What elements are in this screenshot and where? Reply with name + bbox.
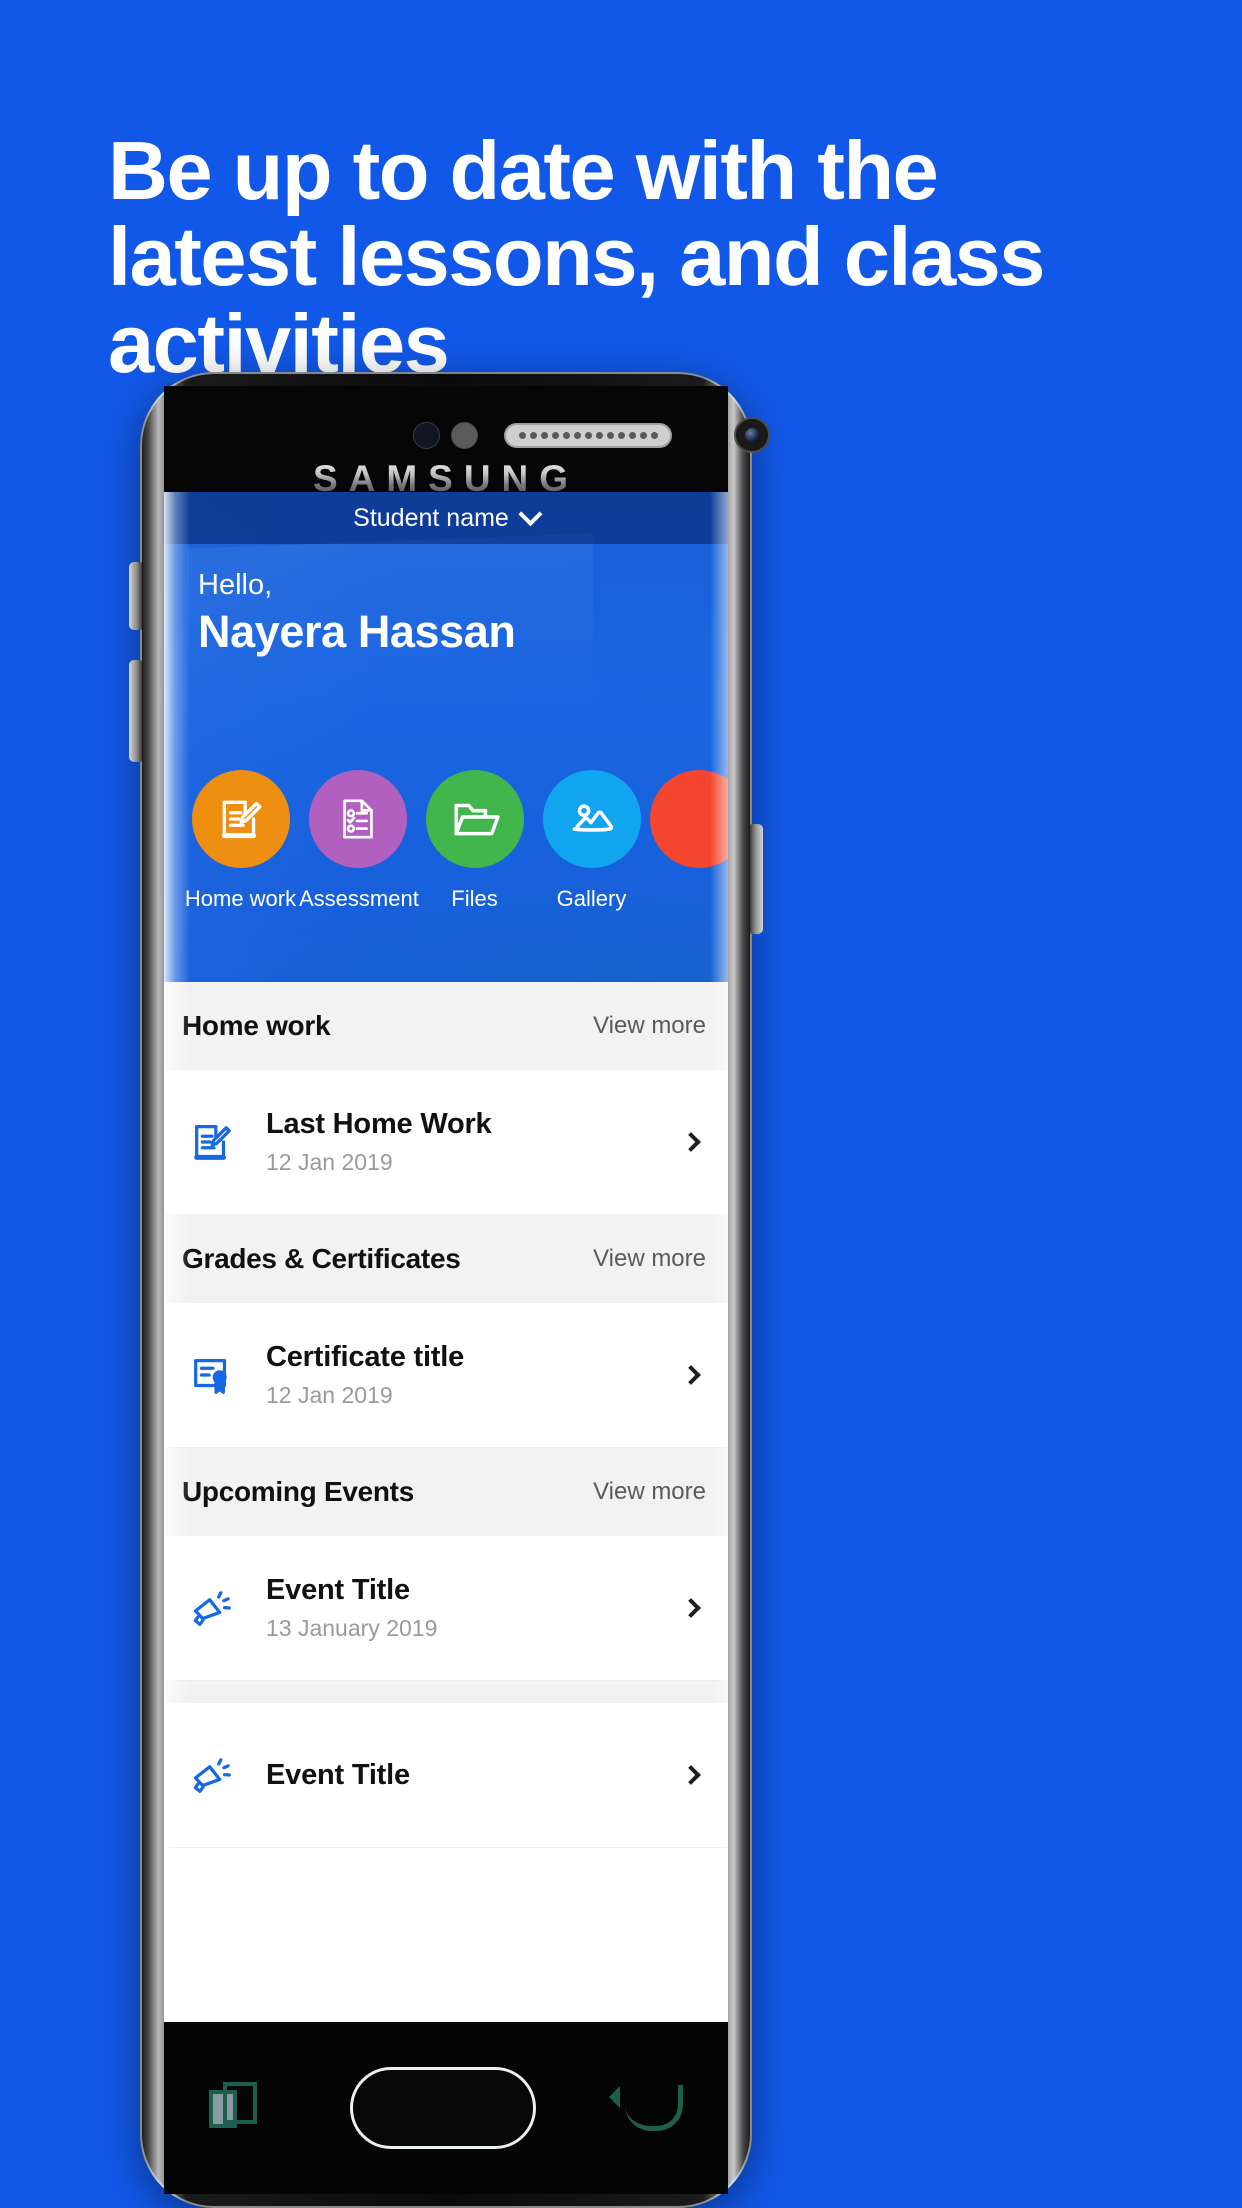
row-title: Certificate title xyxy=(266,1341,465,1373)
row-title: Event Title xyxy=(266,1574,410,1606)
content-list: Home work View more Last Home Work 12 Ja… xyxy=(164,982,728,1848)
open-folder-icon xyxy=(425,770,524,868)
front-camera-icon xyxy=(734,417,770,453)
row-date: 12 Jan 2019 xyxy=(266,1382,393,1408)
quick-action-assessment[interactable]: Assessment xyxy=(299,770,419,912)
chevron-right-icon xyxy=(681,1365,701,1385)
quick-action-label: Assessment xyxy=(299,886,419,911)
edit-document-icon xyxy=(182,1119,242,1165)
quick-action-label: Files xyxy=(451,886,498,911)
row-title: Event Title xyxy=(266,1758,410,1791)
greeting-user-name: Nayera Hassan xyxy=(198,606,516,658)
table-row[interactable]: Event Title 13 January 2019 xyxy=(164,1536,728,1681)
app-hero-header: Student name Hello, Nayera Hassan Home w… xyxy=(164,492,728,982)
student-selector[interactable]: Student name xyxy=(164,492,728,544)
megaphone-icon xyxy=(182,1585,242,1631)
student-selector-label: Student name xyxy=(353,503,509,532)
volume-down-button[interactable] xyxy=(129,660,142,762)
certificate-icon xyxy=(182,1352,242,1398)
section-header-upcoming-events: Upcoming Events View more xyxy=(164,1448,728,1536)
view-more-link[interactable]: View more xyxy=(593,1245,706,1273)
megaphone-icon xyxy=(182,1752,242,1798)
phone-mockup: SAMSUNG Student name Hello, Nayera Hassa… xyxy=(129,372,770,2208)
system-navigation-bar xyxy=(164,2022,728,2194)
recent-apps-icon[interactable] xyxy=(208,2082,261,2134)
volume-up-button[interactable] xyxy=(129,562,142,630)
chevron-right-icon xyxy=(681,1598,701,1618)
quick-action-home-work[interactable]: Home work xyxy=(182,770,299,912)
row-text: Certificate title 12 Jan 2019 xyxy=(266,1341,660,1409)
checklist-page-icon xyxy=(308,770,407,868)
promo-headline: Be up to date with the latest lessons, a… xyxy=(108,124,1048,387)
quick-action-label: Gallery xyxy=(556,886,627,911)
section-title: Grades & Certificates xyxy=(182,1243,461,1274)
section-header-grades-certificates: Grades & Certificates View more xyxy=(164,1215,728,1303)
view-more-link[interactable]: View more xyxy=(593,1012,706,1040)
quick-actions-row: Home work Assessment Files Gallery xyxy=(164,770,728,912)
row-date: 12 Jan 2019 xyxy=(266,1149,393,1175)
row-text: Last Home Work 12 Jan 2019 xyxy=(266,1108,660,1176)
image-photo-icon xyxy=(542,770,641,868)
table-row[interactable]: Event Title xyxy=(164,1703,728,1848)
section-title: Upcoming Events xyxy=(182,1476,414,1507)
greeting-block: Hello, Nayera Hassan xyxy=(198,568,516,658)
quick-action-more[interactable] xyxy=(650,770,728,868)
row-text: Event Title 13 January 2019 xyxy=(266,1574,660,1642)
greeting-hello: Hello, xyxy=(198,569,273,601)
view-more-link[interactable]: View more xyxy=(593,1478,706,1506)
headline-line-1: Be up to date with the xyxy=(108,124,939,217)
power-button[interactable] xyxy=(750,824,763,934)
phone-screen: Student name Hello, Nayera Hassan Home w… xyxy=(164,492,728,2022)
section-header-home-work: Home work View more xyxy=(164,982,728,1070)
row-date: 13 January 2019 xyxy=(266,1615,438,1641)
quick-action-label: Home work xyxy=(184,886,297,911)
back-arrow-icon[interactable] xyxy=(609,2085,684,2131)
chevron-right-icon xyxy=(681,1132,701,1152)
chevron-down-icon xyxy=(518,501,543,526)
quick-action-gallery[interactable]: Gallery xyxy=(533,770,650,912)
chevron-right-icon xyxy=(681,1765,701,1785)
table-row[interactable]: Last Home Work 12 Jan 2019 xyxy=(164,1070,728,1215)
list-divider xyxy=(164,1681,728,1703)
proximity-sensor-icon xyxy=(413,422,440,449)
quick-action-files[interactable]: Files xyxy=(416,770,533,912)
earpiece-speaker-icon xyxy=(504,423,672,448)
light-sensor-icon xyxy=(451,422,478,449)
section-title: Home work xyxy=(182,1010,331,1041)
table-row[interactable]: Certificate title 12 Jan 2019 xyxy=(164,1303,728,1448)
headline-line-2: latest lessons, and class xyxy=(108,210,1045,304)
row-title: Last Home Work xyxy=(266,1108,492,1140)
edit-document-icon xyxy=(191,770,290,868)
home-button-icon[interactable] xyxy=(349,2067,536,2149)
more-icon xyxy=(650,770,728,868)
promo-screenshot: Be up to date with the latest lessons, a… xyxy=(0,0,1242,2208)
row-text: Event Title xyxy=(266,1759,660,1792)
